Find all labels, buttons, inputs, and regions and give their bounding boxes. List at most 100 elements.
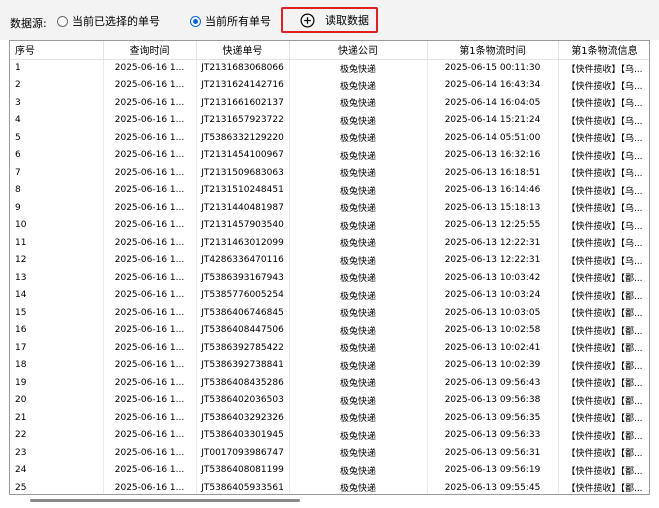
cell-first-time[interactable]: 2025-06-13 10:02:39 — [427, 356, 559, 374]
cell-seq[interactable]: 16 — [10, 321, 104, 339]
radio-checked-icon[interactable] — [190, 15, 201, 27]
cell-seq[interactable]: 1 — [10, 59, 104, 77]
cell-tracking-number[interactable]: JT2131657923722 — [196, 111, 290, 129]
cell-first-info[interactable]: 【快件揽收】【乌... — [558, 76, 649, 94]
cell-seq[interactable]: 8 — [10, 181, 104, 199]
column-header-seq[interactable]: 序号 — [10, 41, 104, 60]
cell-query-time[interactable]: 2025-06-16 1... — [103, 216, 197, 234]
cell-first-info[interactable]: 【快件揽收】【鄱... — [558, 479, 649, 494]
cell-first-time[interactable]: 2025-06-13 16:14:46 — [427, 181, 559, 199]
cell-tracking-number[interactable]: JT5385776005254 — [196, 286, 290, 304]
cell-courier[interactable]: 极兔快递 — [289, 59, 428, 77]
column-header-first-info[interactable]: 第1条物流信息 — [558, 41, 649, 60]
cell-query-time[interactable]: 2025-06-16 1... — [103, 391, 197, 409]
cell-query-time[interactable]: 2025-06-16 1... — [103, 286, 197, 304]
table-row[interactable]: 21 2025-06-16 1... JT5386403292326 极兔快递 2025… — [10, 409, 649, 427]
cell-tracking-number[interactable]: JT2131457903540 — [196, 216, 290, 234]
cell-first-time[interactable]: 2025-06-13 16:18:51 — [427, 164, 559, 182]
cell-tracking-number[interactable]: JT5386406746845 — [196, 304, 290, 322]
column-header-query-time[interactable]: 查询时间 — [103, 41, 197, 60]
cell-query-time[interactable]: 2025-06-16 1... — [103, 199, 197, 217]
table-row[interactable]: 2 2025-06-16 1... JT2131624142716 极兔快递 2025-… — [10, 76, 649, 94]
cell-first-info[interactable]: 【快件揽收】【乌... — [558, 146, 649, 164]
cell-first-time[interactable]: 2025-06-13 12:22:31 — [427, 234, 559, 252]
cell-query-time[interactable]: 2025-06-16 1... — [103, 59, 197, 77]
table-row[interactable]: 14 2025-06-16 1... JT5385776005254 极兔快递 2025… — [10, 286, 649, 304]
cell-query-time[interactable]: 2025-06-16 1... — [103, 164, 197, 182]
cell-first-info[interactable]: 【快件揽收】【鄱... — [558, 444, 649, 462]
cell-seq[interactable]: 11 — [10, 234, 104, 252]
cell-first-time[interactable]: 2025-06-14 16:43:34 — [427, 76, 559, 94]
cell-query-time[interactable]: 2025-06-16 1... — [103, 304, 197, 322]
cell-query-time[interactable]: 2025-06-16 1... — [103, 94, 197, 112]
table-row[interactable]: 22 2025-06-16 1... JT5386403301945 极兔快递 2025… — [10, 426, 649, 444]
cell-first-info[interactable]: 【快件揽收】【鄱... — [558, 321, 649, 339]
column-header-first-time[interactable]: 第1条物流时间 — [427, 41, 559, 60]
cell-courier[interactable]: 极兔快递 — [289, 129, 428, 147]
cell-first-time[interactable]: 2025-06-13 10:02:41 — [427, 339, 559, 357]
table-row[interactable]: 23 2025-06-16 1... JT0017093986747 极兔快递 2025… — [10, 444, 649, 462]
cell-seq[interactable]: 23 — [10, 444, 104, 462]
read-data-button[interactable]: 读取数据 — [281, 7, 378, 33]
cell-seq[interactable]: 10 — [10, 216, 104, 234]
cell-courier[interactable]: 极兔快递 — [289, 94, 428, 112]
cell-first-time[interactable]: 2025-06-13 09:56:38 — [427, 391, 559, 409]
cell-first-time[interactable]: 2025-06-13 10:02:58 — [427, 321, 559, 339]
cell-seq[interactable]: 2 — [10, 76, 104, 94]
cell-tracking-number[interactable]: JT2131509683063 — [196, 164, 290, 182]
cell-first-info[interactable]: 【快件揽收】【鄱... — [558, 409, 649, 427]
cell-courier[interactable]: 极兔快递 — [289, 374, 428, 392]
cell-tracking-number[interactable]: JT2131463012099 — [196, 234, 290, 252]
cell-seq[interactable]: 13 — [10, 269, 104, 287]
table-row[interactable]: 4 2025-06-16 1... JT2131657923722 极兔快递 2025-… — [10, 111, 649, 129]
cell-courier[interactable]: 极兔快递 — [289, 356, 428, 374]
cell-tracking-number[interactable]: JT2131661602137 — [196, 94, 290, 112]
cell-tracking-number[interactable]: JT5386332129220 — [196, 129, 290, 147]
table-row[interactable]: 17 2025-06-16 1... JT5386392785422 极兔快递 2025… — [10, 339, 649, 357]
cell-courier[interactable]: 极兔快递 — [289, 76, 428, 94]
table-row[interactable]: 18 2025-06-16 1... JT5386392738841 极兔快递 2025… — [10, 356, 649, 374]
cell-query-time[interactable]: 2025-06-16 1... — [103, 444, 197, 462]
cell-tracking-number[interactable]: JT2131440481987 — [196, 199, 290, 217]
cell-query-time[interactable]: 2025-06-16 1... — [103, 146, 197, 164]
table-row[interactable]: 10 2025-06-16 1... JT2131457903540 极兔快递 2025… — [10, 216, 649, 234]
table-row[interactable]: 9 2025-06-16 1... JT2131440481987 极兔快递 2025-… — [10, 199, 649, 217]
cell-courier[interactable]: 极兔快递 — [289, 234, 428, 252]
cell-first-info[interactable]: 【快件揽收】【乌... — [558, 59, 649, 77]
horizontal-scrollbar-thumb[interactable] — [30, 499, 300, 502]
cell-first-info[interactable]: 【快件揽收】【乌... — [558, 251, 649, 269]
cell-first-info[interactable]: 【快件揽收】【鄱... — [558, 304, 649, 322]
table-row[interactable]: 19 2025-06-16 1... JT5386408435286 极兔快递 2025… — [10, 374, 649, 392]
table-row[interactable]: 11 2025-06-16 1... JT2131463012099 极兔快递 2025… — [10, 234, 649, 252]
cell-query-time[interactable]: 2025-06-16 1... — [103, 479, 197, 494]
table-row[interactable]: 3 2025-06-16 1... JT2131661602137 极兔快递 2025-… — [10, 94, 649, 112]
cell-query-time[interactable]: 2025-06-16 1... — [103, 339, 197, 357]
column-header-courier[interactable]: 快递公司 — [289, 41, 428, 60]
cell-courier[interactable]: 极兔快递 — [289, 251, 428, 269]
cell-courier[interactable]: 极兔快递 — [289, 216, 428, 234]
cell-tracking-number[interactable]: JT5386408081199 — [196, 461, 290, 479]
cell-courier[interactable]: 极兔快递 — [289, 444, 428, 462]
table-row[interactable]: 24 2025-06-16 1... JT5386408081199 极兔快递 2025… — [10, 461, 649, 479]
cell-first-info[interactable]: 【快件揽收】【鄱... — [558, 374, 649, 392]
cell-first-time[interactable]: 2025-06-13 09:56:33 — [427, 426, 559, 444]
cell-query-time[interactable]: 2025-06-16 1... — [103, 409, 197, 427]
cell-query-time[interactable]: 2025-06-16 1... — [103, 111, 197, 129]
cell-first-info[interactable]: 【快件揽收】【鄱... — [558, 391, 649, 409]
table-row[interactable]: 25 2025-06-16 1... JT5386405933561 极兔快递 2025… — [10, 479, 649, 494]
cell-tracking-number[interactable]: JT5386408435286 — [196, 374, 290, 392]
cell-tracking-number[interactable]: JT5386403301945 — [196, 426, 290, 444]
cell-first-time[interactable]: 2025-06-13 09:56:43 — [427, 374, 559, 392]
cell-first-info[interactable]: 【快件揽收】【乌... — [558, 111, 649, 129]
cell-first-info[interactable]: 【快件揽收】【乌... — [558, 94, 649, 112]
cell-query-time[interactable]: 2025-06-16 1... — [103, 269, 197, 287]
cell-tracking-number[interactable]: JT2131510248451 — [196, 181, 290, 199]
cell-first-info[interactable]: 【快件揽收】【乌... — [558, 234, 649, 252]
radio-circle-icon[interactable] — [57, 15, 68, 27]
cell-seq[interactable]: 18 — [10, 356, 104, 374]
cell-first-time[interactable]: 2025-06-15 00:11:30 — [427, 59, 559, 77]
table-row[interactable]: 7 2025-06-16 1... JT2131509683063 极兔快递 2025-… — [10, 164, 649, 182]
cell-first-time[interactable]: 2025-06-14 05:51:00 — [427, 129, 559, 147]
cell-courier[interactable]: 极兔快递 — [289, 304, 428, 322]
cell-tracking-number[interactable]: JT5386392738841 — [196, 356, 290, 374]
